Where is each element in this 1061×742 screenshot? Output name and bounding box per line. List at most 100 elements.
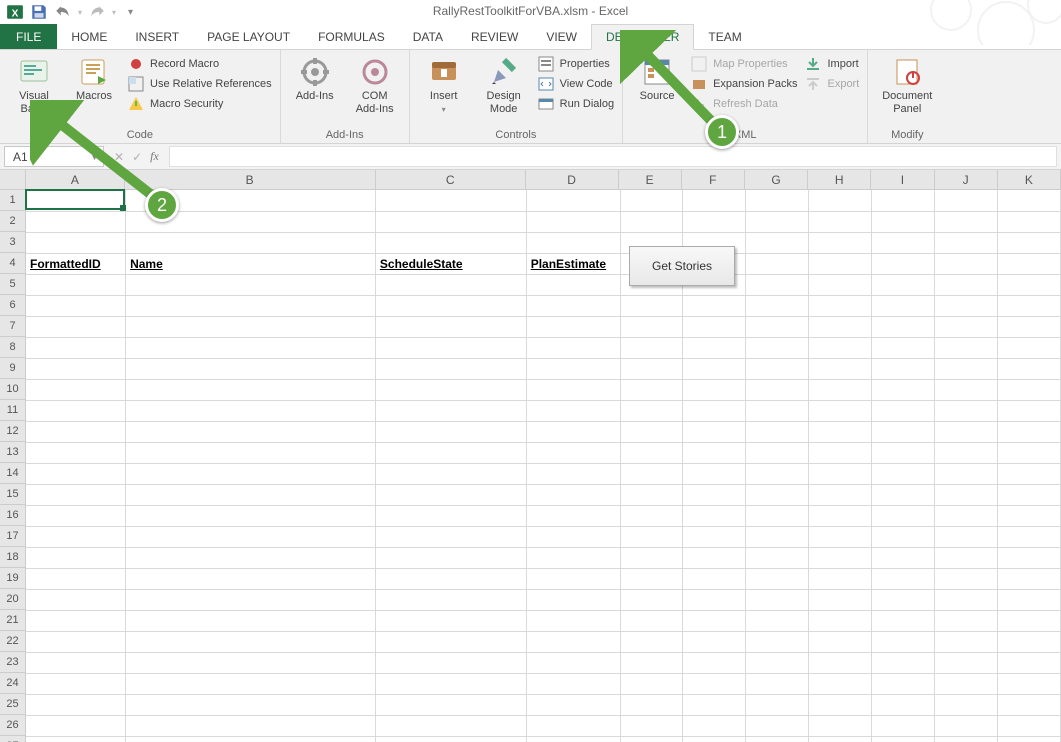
cell-D10[interactable] <box>526 379 620 400</box>
tab-data[interactable]: DATA <box>399 24 457 49</box>
cell-F16[interactable] <box>683 505 746 526</box>
cell-I25[interactable] <box>872 694 935 715</box>
fx-icon[interactable]: fx <box>150 149 159 164</box>
cell-F6[interactable] <box>683 295 746 316</box>
cell-H20[interactable] <box>809 589 872 610</box>
cell-E22[interactable] <box>620 631 683 652</box>
cell-I22[interactable] <box>872 631 935 652</box>
cell-D12[interactable] <box>526 421 620 442</box>
cell-J12[interactable] <box>935 421 998 442</box>
view-code-button[interactable]: View Code <box>538 76 614 92</box>
cell-D27[interactable] <box>526 736 620 742</box>
redo-more-icon[interactable]: ▾ <box>112 8 116 17</box>
cell-H21[interactable] <box>809 610 872 631</box>
cell-F21[interactable] <box>683 610 746 631</box>
cell-D1[interactable] <box>526 190 620 211</box>
cell-C7[interactable] <box>375 316 526 337</box>
cell-J11[interactable] <box>935 400 998 421</box>
cell-A6[interactable] <box>26 295 126 316</box>
column-header-J[interactable]: J <box>935 170 998 190</box>
tab-team[interactable]: TEAM <box>694 24 755 49</box>
cell-I27[interactable] <box>872 736 935 742</box>
cell-A26[interactable] <box>26 715 126 736</box>
column-header-F[interactable]: F <box>682 170 745 190</box>
cell-K18[interactable] <box>997 547 1060 568</box>
cell-J5[interactable] <box>935 274 998 295</box>
cell-D4[interactable]: PlanEstimate <box>526 253 620 274</box>
row-header-21[interactable]: 21 <box>0 610 26 631</box>
cell-G11[interactable] <box>746 400 809 421</box>
name-box[interactable]: A1 ▼ <box>4 146 104 167</box>
row-header-9[interactable]: 9 <box>0 358 26 379</box>
cell-I20[interactable] <box>872 589 935 610</box>
cell-G22[interactable] <box>746 631 809 652</box>
cell-A23[interactable] <box>26 652 126 673</box>
cell-A27[interactable] <box>26 736 126 742</box>
cell-H17[interactable] <box>809 526 872 547</box>
cell-I11[interactable] <box>872 400 935 421</box>
cell-D14[interactable] <box>526 463 620 484</box>
tab-review[interactable]: REVIEW <box>457 24 532 49</box>
redo-icon[interactable] <box>88 3 106 21</box>
cell-I14[interactable] <box>872 463 935 484</box>
cell-D8[interactable] <box>526 337 620 358</box>
cell-E2[interactable] <box>620 211 683 232</box>
cell-J18[interactable] <box>935 547 998 568</box>
cell-A15[interactable] <box>26 484 126 505</box>
cell-H19[interactable] <box>809 568 872 589</box>
cell-D13[interactable] <box>526 442 620 463</box>
cell-B24[interactable] <box>126 673 376 694</box>
cell-C23[interactable] <box>375 652 526 673</box>
cell-D25[interactable] <box>526 694 620 715</box>
cell-B27[interactable] <box>126 736 376 742</box>
cell-K4[interactable] <box>997 253 1060 274</box>
cell-J14[interactable] <box>935 463 998 484</box>
select-all-corner[interactable] <box>0 170 26 190</box>
cell-A14[interactable] <box>26 463 126 484</box>
cell-K11[interactable] <box>997 400 1060 421</box>
cell-E16[interactable] <box>620 505 683 526</box>
cell-A18[interactable] <box>26 547 126 568</box>
cell-E7[interactable] <box>620 316 683 337</box>
cell-J13[interactable] <box>935 442 998 463</box>
cell-E14[interactable] <box>620 463 683 484</box>
document-panel-button[interactable]: Document Panel <box>876 54 938 115</box>
cell-B10[interactable] <box>126 379 376 400</box>
cell-B8[interactable] <box>126 337 376 358</box>
get-stories-button[interactable]: Get Stories <box>629 246 735 286</box>
cell-F23[interactable] <box>683 652 746 673</box>
cell-K16[interactable] <box>997 505 1060 526</box>
cell-D15[interactable] <box>526 484 620 505</box>
cell-A12[interactable] <box>26 421 126 442</box>
cell-C11[interactable] <box>375 400 526 421</box>
cell-F13[interactable] <box>683 442 746 463</box>
cell-D21[interactable] <box>526 610 620 631</box>
cell-H25[interactable] <box>809 694 872 715</box>
cell-G26[interactable] <box>746 715 809 736</box>
cell-K23[interactable] <box>997 652 1060 673</box>
cell-I15[interactable] <box>872 484 935 505</box>
cell-A2[interactable] <box>26 211 126 232</box>
cell-F9[interactable] <box>683 358 746 379</box>
row-header-2[interactable]: 2 <box>0 211 26 232</box>
cell-C13[interactable] <box>375 442 526 463</box>
cell-H1[interactable] <box>809 190 872 211</box>
cell-B21[interactable] <box>126 610 376 631</box>
row-header-18[interactable]: 18 <box>0 547 26 568</box>
row-header-1[interactable]: 1 <box>0 190 26 211</box>
cell-A16[interactable] <box>26 505 126 526</box>
cell-A9[interactable] <box>26 358 126 379</box>
cell-H10[interactable] <box>809 379 872 400</box>
cell-F20[interactable] <box>683 589 746 610</box>
cell-H2[interactable] <box>809 211 872 232</box>
cell-F2[interactable] <box>683 211 746 232</box>
cell-H23[interactable] <box>809 652 872 673</box>
cell-G25[interactable] <box>746 694 809 715</box>
row-header-27[interactable]: 27 <box>0 736 26 742</box>
cell-A13[interactable] <box>26 442 126 463</box>
cell-G10[interactable] <box>746 379 809 400</box>
cell-K14[interactable] <box>997 463 1060 484</box>
cell-E27[interactable] <box>620 736 683 742</box>
column-header-C[interactable]: C <box>376 170 526 190</box>
cell-C4[interactable]: ScheduleState <box>375 253 526 274</box>
